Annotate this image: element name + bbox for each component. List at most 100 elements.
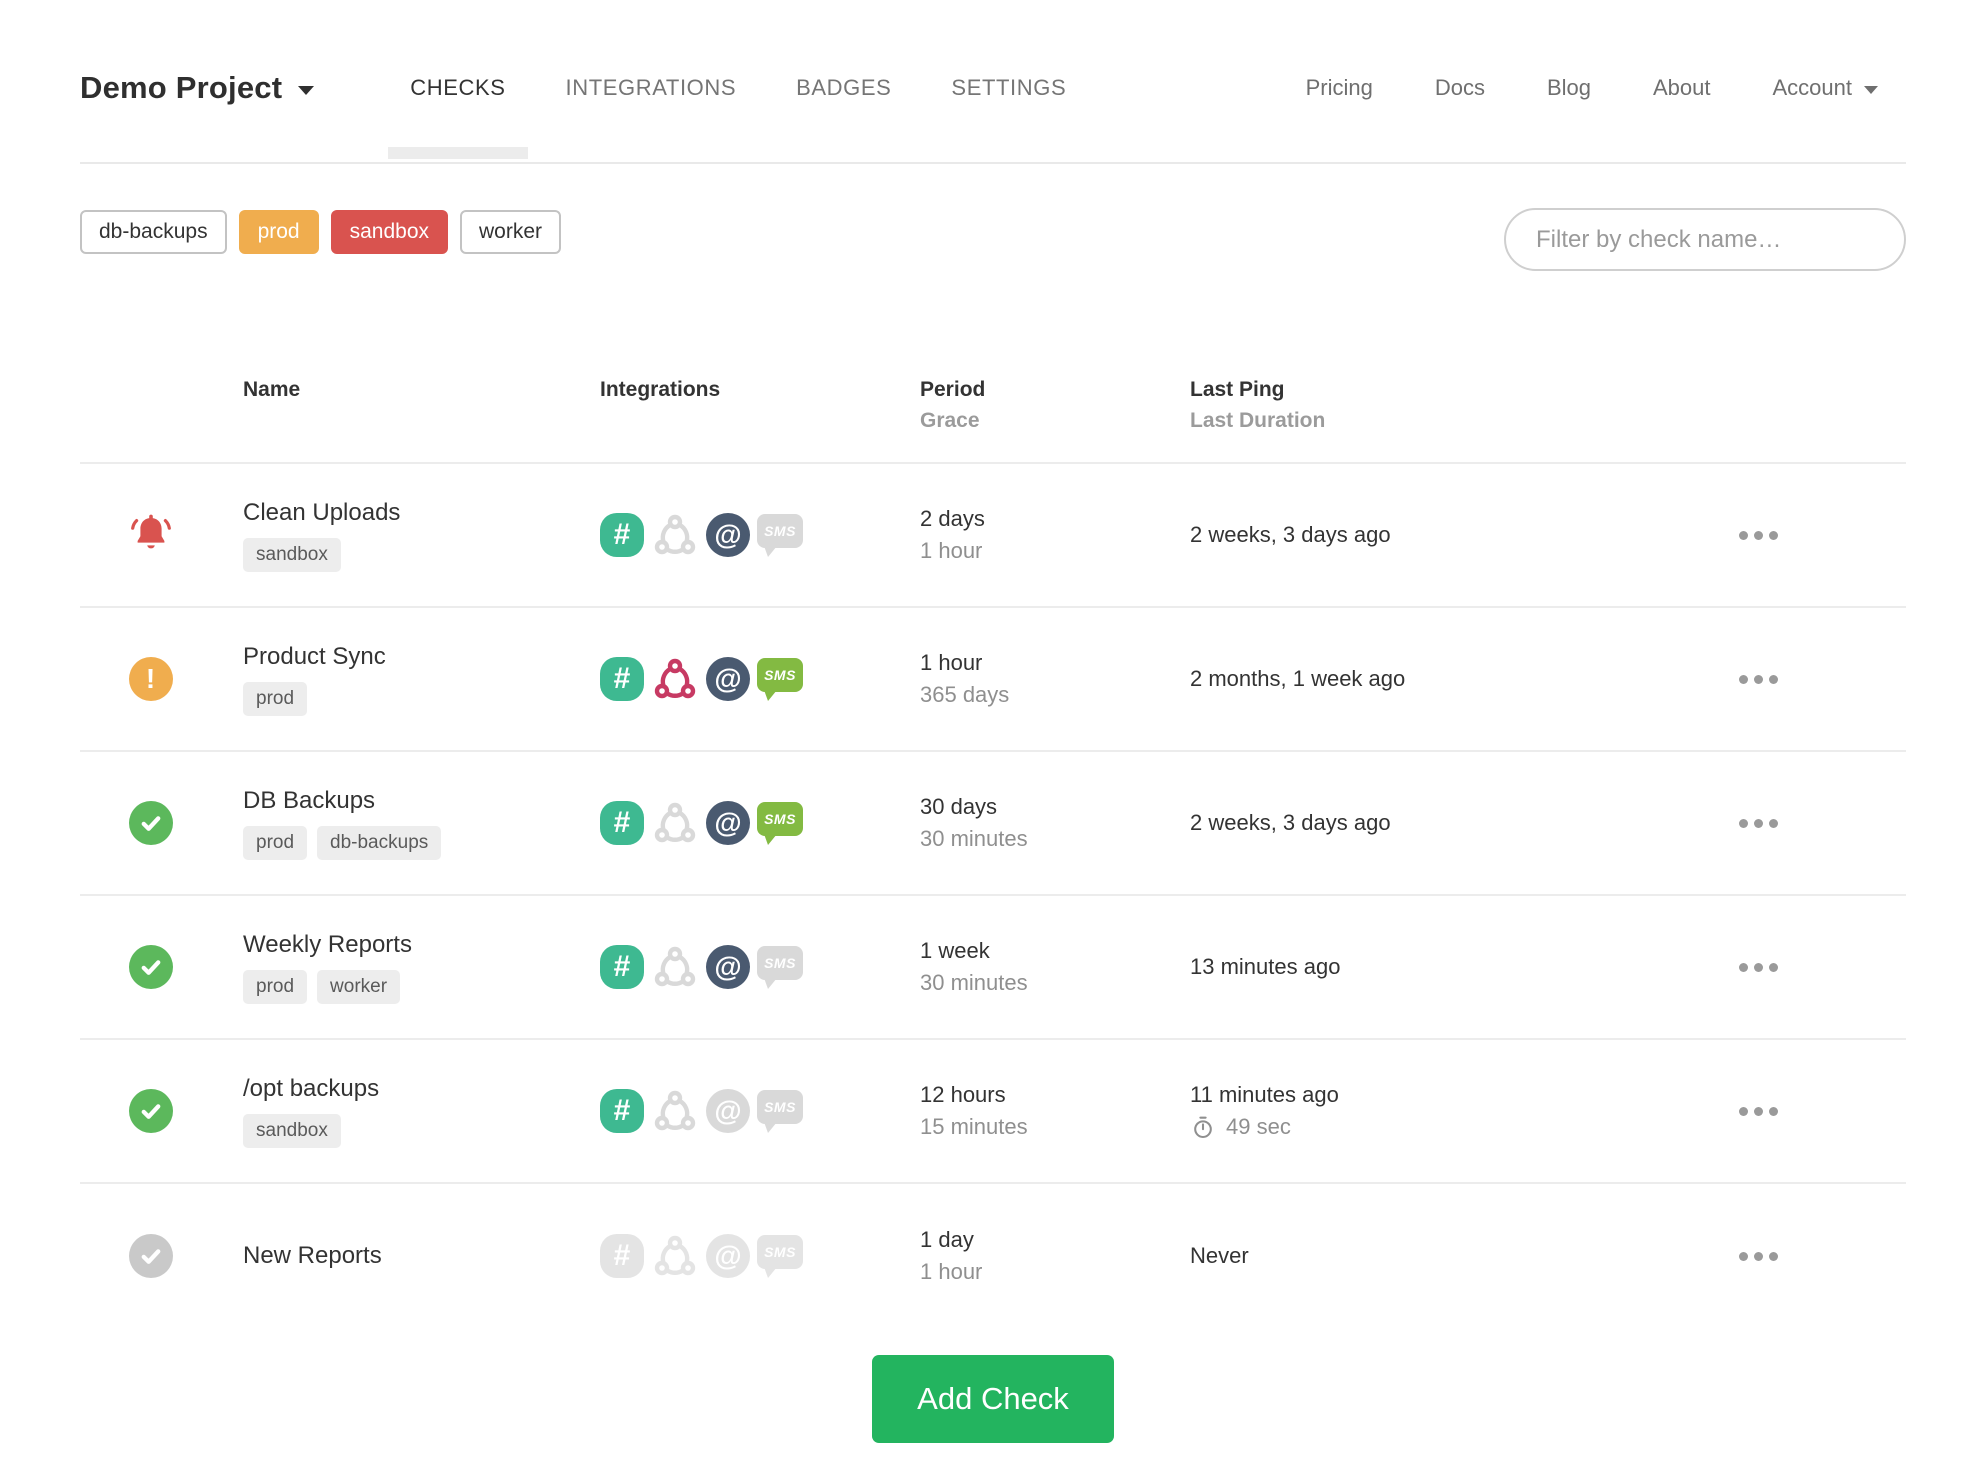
name-cell[interactable]: Clean Uploads sandbox (243, 499, 600, 572)
integrations-cell: # @ SMS (600, 799, 920, 847)
sms-icon: SMS (757, 946, 803, 989)
name-cell[interactable]: Product Sync prod (243, 643, 600, 716)
tab-integrations[interactable]: INTEGRATIONS (544, 69, 759, 107)
email-icon: @ (706, 1234, 750, 1278)
status-cell: ! (80, 655, 243, 703)
sms-icon: SMS (757, 1235, 803, 1278)
grace-value: 30 minutes (920, 970, 1028, 995)
row-menu-button[interactable] (1735, 1097, 1782, 1126)
check-row: ! DB Backups prod db-backups # (80, 752, 1906, 896)
nav-blog[interactable]: Blog (1547, 75, 1591, 101)
status-cell: ! (80, 511, 243, 559)
email-icon: @ (706, 801, 750, 845)
nav-links: Pricing Docs Blog About Account (1306, 75, 1906, 101)
integrations-cell: # @ SMS (600, 511, 920, 559)
grace-value: 1 hour (920, 1259, 983, 1284)
check-tag: prod (243, 969, 308, 1004)
project-switcher[interactable]: Demo Project (80, 70, 315, 106)
check-tag: prod (243, 825, 308, 860)
page: Demo Project CHECKS INTEGRATIONS BADGES … (80, 0, 1906, 1443)
period-cell: 12 hours 15 minutes (920, 1079, 1190, 1143)
last-ping-cell: 13 minutes ago (1190, 951, 1735, 983)
nav-docs[interactable]: Docs (1435, 75, 1485, 101)
check-name: DB Backups (243, 786, 376, 814)
row-menu-button[interactable] (1735, 665, 1782, 694)
tab-badges[interactable]: BADGES (774, 69, 913, 107)
tag-filter-db-backups[interactable]: db-backups (80, 210, 227, 254)
tag-filter-prod[interactable]: prod (238, 210, 319, 254)
menu-cell (1735, 665, 1906, 694)
name-cell[interactable]: DB Backups prod db-backups (243, 787, 600, 860)
check-icon (128, 1234, 173, 1278)
webhook-icon (651, 655, 699, 703)
slack-icon: # (600, 945, 644, 989)
check-tag: sandbox (243, 537, 341, 572)
add-check-button[interactable]: Add Check (872, 1355, 1114, 1443)
tab-checks[interactable]: CHECKS (388, 69, 528, 159)
header-grace: Grace (920, 409, 980, 432)
status-cell: ! (80, 799, 243, 847)
period-value: 30 days (920, 794, 998, 819)
stopwatch-icon (1194, 1116, 1212, 1138)
period-value: 1 day (920, 1227, 974, 1252)
webhook-icon (651, 1232, 699, 1280)
warning-icon: ! (128, 657, 173, 701)
nav-about[interactable]: About (1653, 75, 1711, 101)
last-ping-value: 11 minutes ago (1190, 1082, 1339, 1107)
period-value: 12 hours (920, 1082, 1006, 1107)
integrations-cell: # @ SMS (600, 1087, 920, 1135)
tag-filter-sandbox[interactable]: sandbox (330, 210, 449, 254)
filter-toolbar: db-backups prod sandbox worker (80, 208, 1906, 271)
period-value: 1 hour (920, 650, 983, 675)
project-name: Demo Project (80, 70, 283, 105)
webhook-icon (651, 799, 699, 847)
status-cell: ! (80, 943, 243, 991)
tag-filter-worker[interactable]: worker (460, 210, 562, 254)
menu-cell (1735, 1242, 1906, 1271)
header-last-duration: Last Duration (1190, 409, 1326, 432)
nav-pricing[interactable]: Pricing (1306, 75, 1373, 101)
period-cell: 1 hour 365 days (920, 647, 1190, 711)
check-name: Product Sync (243, 642, 386, 670)
row-menu-button[interactable] (1735, 953, 1782, 982)
check-row: ! /opt backups sandbox # (80, 1040, 1906, 1184)
last-ping-value: Never (1190, 1243, 1249, 1268)
nav-tabs: CHECKS INTEGRATIONS BADGES SETTINGS (388, 69, 1104, 159)
check-name: New Reports (243, 1242, 382, 1269)
check-icon (128, 801, 173, 845)
sms-icon: SMS (757, 1090, 803, 1133)
integrations-cell: # @ SMS (600, 943, 920, 991)
account-menu[interactable]: Account (1772, 75, 1878, 101)
period-cell: 30 days 30 minutes (920, 791, 1190, 855)
slack-icon: # (600, 801, 644, 845)
table-header: Name Integrations Period Grace Last Ping… (80, 360, 1906, 464)
header-integrations: Integrations (600, 378, 721, 401)
period-cell: 1 week 30 minutes (920, 935, 1190, 999)
check-tag: worker (317, 969, 401, 1004)
status-late-icon: ! (127, 655, 175, 703)
period-value: 2 days (920, 506, 985, 531)
status-up-icon: ! (127, 799, 175, 847)
last-ping-cell: 2 months, 1 week ago (1190, 663, 1735, 695)
name-cell[interactable]: Weekly Reports prod worker (243, 931, 600, 1004)
check-row: ! Clean Uploads sandbox # (80, 464, 1906, 608)
email-icon: @ (706, 513, 750, 557)
sms-icon: SMS (757, 658, 803, 701)
check-name-filter-input[interactable] (1504, 208, 1906, 271)
check-row: ! Product Sync prod # @ SMS 1 hour 365 d… (80, 608, 1906, 752)
status-up-icon: ! (127, 1087, 175, 1135)
name-cell[interactable]: New Reports (243, 1242, 600, 1270)
check-icon (128, 945, 173, 989)
tab-settings[interactable]: SETTINGS (929, 69, 1088, 107)
checks-table: Name Integrations Period Grace Last Ping… (80, 360, 1906, 1328)
row-menu-button[interactable] (1735, 1242, 1782, 1271)
check-row: ! Weekly Reports prod worker # (80, 896, 1906, 1040)
account-label: Account (1772, 75, 1853, 100)
last-duration-value: 49 sec (1226, 1114, 1291, 1139)
webhook-icon (651, 943, 699, 991)
name-cell[interactable]: /opt backups sandbox (243, 1075, 600, 1148)
row-menu-button[interactable] (1735, 809, 1782, 838)
webhook-icon (651, 1087, 699, 1135)
row-menu-button[interactable] (1735, 521, 1782, 550)
last-ping-cell: 2 weeks, 3 days ago (1190, 519, 1735, 551)
